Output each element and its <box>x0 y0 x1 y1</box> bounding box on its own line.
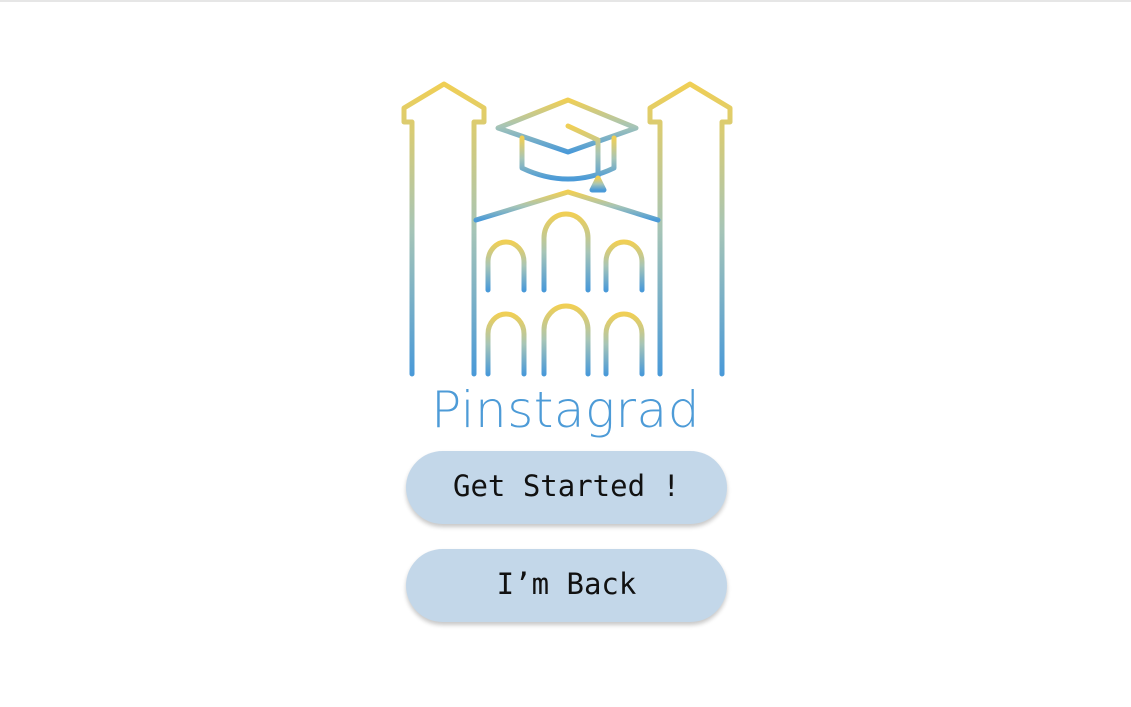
app-title: Pinstagrad <box>431 381 700 439</box>
im-back-button[interactable]: I’m Back <box>406 549 727 622</box>
welcome-screen: Pinstagrad Get Started ! I’m Back <box>0 0 1131 707</box>
im-back-label: I’m Back <box>496 566 637 601</box>
get-started-label: Get Started ! <box>453 468 680 503</box>
university-logo-icon <box>401 81 733 377</box>
get-started-button[interactable]: Get Started ! <box>406 451 727 524</box>
